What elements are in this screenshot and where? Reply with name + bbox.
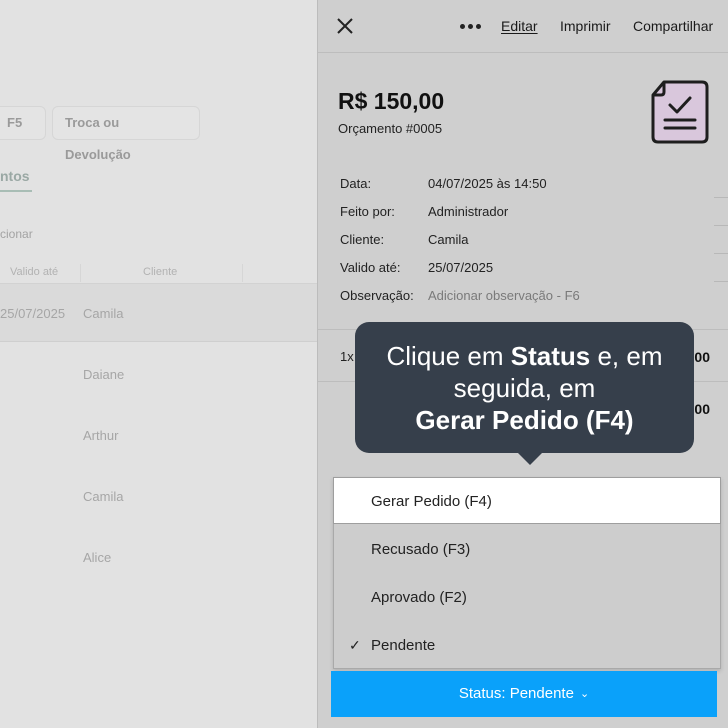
detail-value: Camila [428, 232, 469, 247]
exchange-return-button[interactable]: Troca ou Devolução [52, 106, 200, 162]
panel-toolbar: Editar Imprimir Compartilhar [318, 0, 728, 53]
column-header-valid-until: Valido até [10, 266, 59, 278]
tooltip-text: Clique em [386, 341, 511, 371]
print-button[interactable]: Imprimir [560, 18, 611, 34]
tooltip-text: e, em [590, 341, 663, 371]
share-button[interactable]: Compartilhar [633, 18, 713, 34]
f5-button[interactable]: F5 [0, 106, 46, 140]
search-hint: cionar [0, 227, 33, 241]
budget-number: Orçamento #0005 [338, 121, 443, 136]
more-options-icon[interactable] [460, 24, 482, 30]
menu-item-pending[interactable]: ✓ Pendente [334, 622, 720, 670]
row-client: Camila [83, 489, 124, 504]
menu-item-refused[interactable]: Recusado (F3) [334, 526, 720, 574]
item-quantity: 1x [340, 349, 354, 364]
column-header-client: Cliente [143, 266, 178, 278]
total-price: 00 [694, 401, 710, 417]
menu-item-label: Recusado (F3) [371, 541, 471, 558]
row-client: Arthur [83, 428, 119, 443]
row-client: Alice [83, 550, 112, 565]
detail-value: 04/07/2025 às 14:50 [428, 176, 547, 191]
column-separator [80, 264, 81, 282]
detail-label: Feito por: [340, 204, 395, 219]
menu-item-generate-order[interactable]: Gerar Pedido (F4) [333, 477, 721, 524]
check-icon: ✓ [349, 637, 361, 653]
status-button-label: Status: Pendente [458, 685, 574, 702]
detail-label: Cliente: [340, 232, 385, 247]
menu-item-label: Aprovado (F2) [371, 589, 467, 606]
close-icon[interactable] [336, 17, 354, 35]
menu-item-approved[interactable]: Aprovado (F2) [334, 574, 720, 622]
detail-label: Valido até: [340, 260, 401, 275]
document-check-icon [651, 80, 709, 144]
column-separator [242, 264, 243, 282]
table-header: Valido até Cliente [0, 262, 318, 284]
row-client: Camila [83, 306, 124, 321]
status-dropdown-menu: Gerar Pedido (F4) Recusado (F3) Aprovado… [333, 477, 721, 669]
background-page: F5 Troca ou Devolução ntos cionar Valido… [0, 0, 318, 728]
tooltip-arrow [518, 453, 542, 465]
edit-button[interactable]: Editar [501, 18, 538, 34]
divider [714, 253, 728, 254]
tooltip-text-bold: Status [510, 341, 591, 371]
row-client: Daiane [83, 367, 125, 382]
onboarding-tooltip: Clique em Status e, em seguida, em Gerar… [355, 322, 694, 465]
budget-amount: R$ 150,00 [338, 88, 445, 114]
chevron-down-icon: ⌄ [579, 688, 590, 700]
divider [714, 281, 728, 282]
menu-item-label: Gerar Pedido (F4) [371, 493, 492, 510]
divider [714, 225, 728, 226]
add-observation-link[interactable]: Adicionar observação - F6 [428, 288, 580, 303]
detail-value: Administrador [428, 204, 509, 219]
menu-item-label: Pendente [371, 637, 436, 654]
tooltip-text: seguida, em [453, 373, 596, 403]
tooltip-text-bold: Gerar Pedido (F4) [415, 405, 634, 435]
detail-label: Data: [340, 176, 372, 191]
divider [714, 197, 728, 198]
detail-value: 25/07/2025 [428, 260, 494, 275]
tab-underline [0, 190, 32, 192]
detail-label: Observação: [340, 288, 414, 303]
row-date: 25/07/2025 [0, 306, 66, 321]
tab-budgets[interactable]: ntos [0, 168, 30, 184]
item-price: 00 [694, 349, 710, 365]
status-button[interactable]: Status: Pendente ⌄ [331, 671, 717, 717]
